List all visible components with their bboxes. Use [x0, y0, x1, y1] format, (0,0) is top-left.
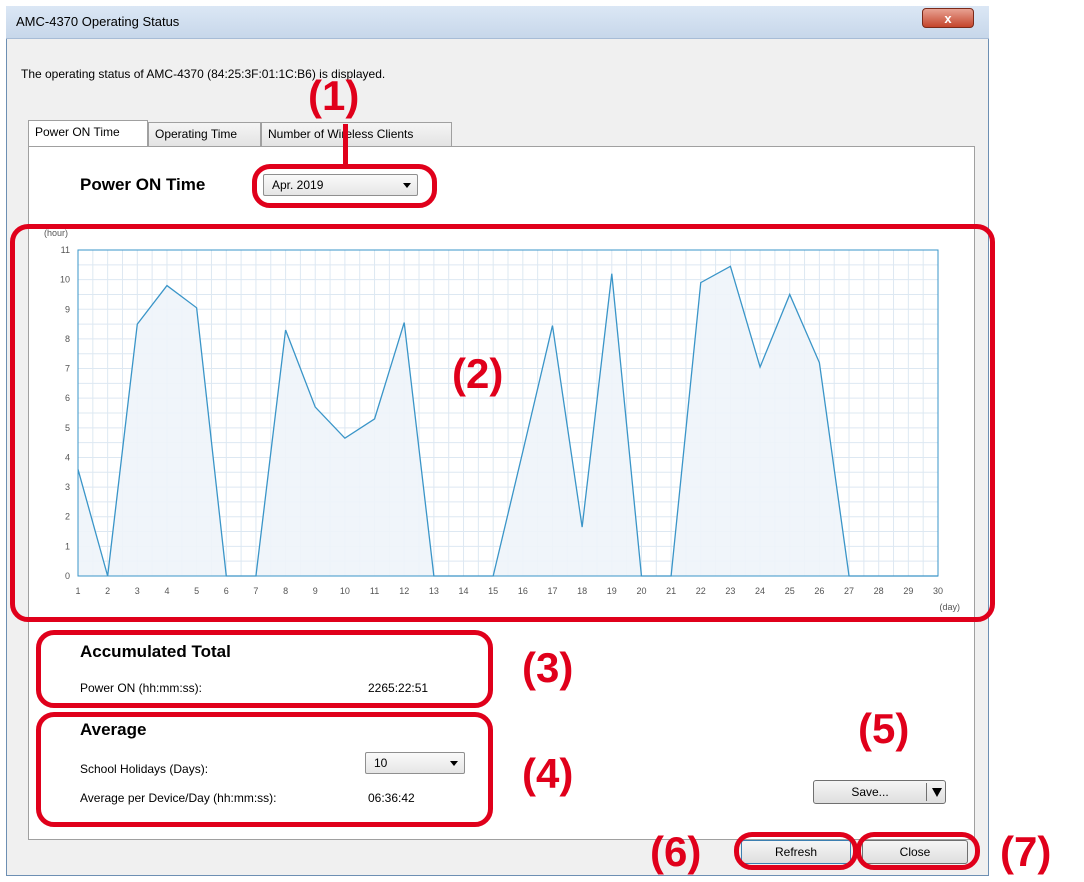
callout-box-7	[856, 832, 980, 870]
callout-5: (5)	[858, 705, 910, 752]
split-divider	[926, 783, 927, 801]
callout-1: (1)	[308, 72, 360, 119]
callout-box-3	[36, 630, 493, 708]
callout-6: (6)	[650, 828, 702, 875]
panel-heading: Power ON Time	[80, 175, 206, 194]
tab-wireless-clients[interactable]: Number of Wireless Clients	[261, 122, 452, 146]
save-button[interactable]: Save...	[813, 780, 946, 804]
callout-box-6	[734, 832, 858, 870]
window-close-button[interactable]: x	[922, 8, 974, 28]
callout-3: (3)	[522, 644, 574, 691]
tab-operating-time[interactable]: Operating Time	[148, 122, 261, 146]
callout-line-1	[343, 124, 348, 166]
save-button-label: Save...	[851, 785, 889, 799]
callout-box-2	[10, 224, 995, 622]
window-title: AMC-4370 Operating Status	[16, 14, 180, 29]
callout-box-1	[252, 164, 437, 208]
callout-2: (2)	[452, 350, 504, 397]
callout-7: (7)	[1000, 828, 1052, 875]
callout-4: (4)	[522, 750, 574, 797]
tab-power-on-time[interactable]: Power ON Time	[28, 120, 148, 146]
dropdown-arrow-icon[interactable]	[932, 788, 942, 797]
callout-box-4	[36, 712, 493, 827]
